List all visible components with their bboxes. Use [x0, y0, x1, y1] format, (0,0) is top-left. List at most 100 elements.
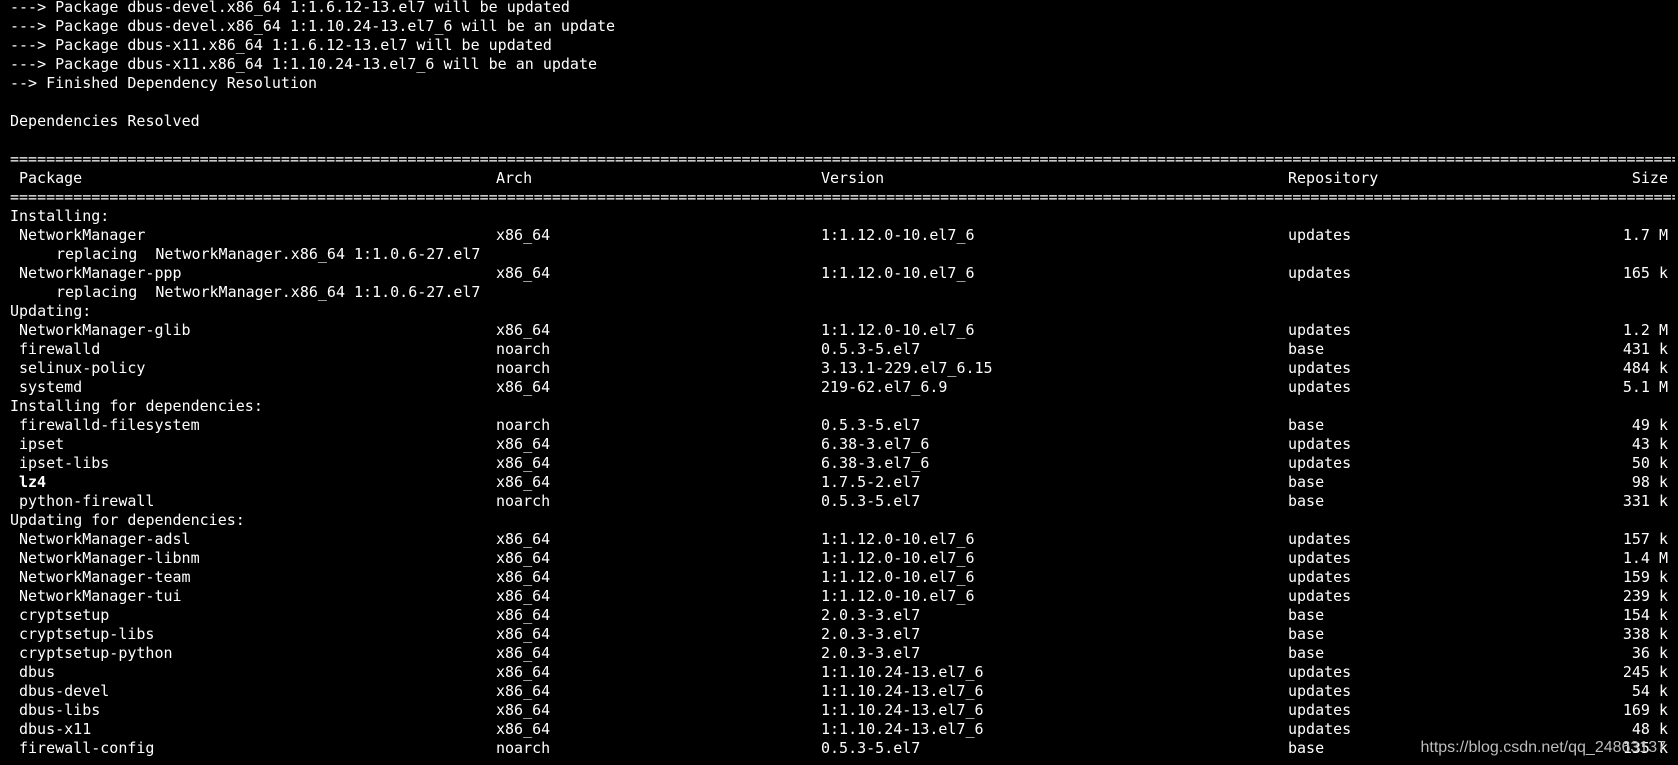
package-name: firewalld-filesystem — [19, 416, 200, 434]
package-repository: updates — [1288, 587, 1352, 605]
package-name: NetworkManager-libnm — [19, 549, 200, 567]
package-arch: x86_64 — [496, 321, 551, 339]
package-arch: noarch — [496, 340, 551, 358]
package-repository: base — [1288, 739, 1325, 757]
package-repository: updates — [1288, 530, 1352, 548]
package-size: 484 k — [1622, 359, 1668, 377]
package-version: 1:1.10.24-13.el7_6 — [821, 720, 984, 738]
section-heading: Updating for dependencies: — [10, 511, 245, 529]
package-repository: updates — [1288, 701, 1352, 719]
package-size: 43 k — [1631, 435, 1668, 453]
package-size: 431 k — [1622, 340, 1668, 358]
package-arch: x86_64 — [496, 701, 551, 719]
package-version: 6.38-3.el7_6 — [821, 454, 930, 472]
package-size: 54 k — [1631, 682, 1668, 700]
package-name: NetworkManager — [19, 226, 146, 244]
package-version: 2.0.3-3.el7 — [821, 606, 921, 624]
package-size: 5.1 M — [1622, 378, 1668, 396]
package-size: 49 k — [1631, 416, 1668, 434]
watermark: https://blog.csdn.net/qq_24863137 — [1420, 739, 1666, 756]
package-name: firewalld — [19, 340, 101, 358]
package-arch: x86_64 — [496, 549, 551, 567]
package-repository: updates — [1288, 264, 1352, 282]
package-repository: updates — [1288, 549, 1352, 567]
package-repository: base — [1288, 492, 1325, 510]
package-version: 0.5.3-5.el7 — [821, 739, 921, 757]
section-heading: Installing for dependencies: — [10, 397, 263, 415]
package-name: NetworkManager-team — [19, 568, 191, 586]
package-arch: x86_64 — [496, 568, 551, 586]
package-repository: base — [1288, 340, 1325, 358]
package-arch: x86_64 — [496, 682, 551, 700]
package-arch: noarch — [496, 359, 551, 377]
section-heading: Installing: — [10, 207, 110, 225]
package-size: 338 k — [1622, 625, 1668, 643]
package-version: 1.7.5-2.el7 — [821, 473, 921, 491]
package-version: 1:1.10.24-13.el7_6 — [821, 663, 984, 681]
package-name: ipset — [19, 435, 65, 453]
package-name: cryptsetup-python — [19, 644, 173, 662]
package-size: 1.2 M — [1622, 321, 1668, 339]
package-version: 1:1.12.0-10.el7_6 — [821, 587, 975, 605]
package-arch: x86_64 — [496, 530, 551, 548]
package-repository: updates — [1288, 435, 1352, 453]
output-line: ---> Package dbus-devel.x86_64 1:1.6.12-… — [10, 0, 570, 16]
package-name: dbus-devel — [19, 682, 110, 700]
output-line: Dependencies Resolved — [10, 112, 200, 130]
output-line: ---> Package dbus-x11.x86_64 1:1.6.12-13… — [10, 36, 552, 54]
package-arch: x86_64 — [496, 264, 551, 282]
package-arch: noarch — [496, 416, 551, 434]
package-repository: updates — [1288, 454, 1352, 472]
package-arch: x86_64 — [496, 720, 551, 738]
package-name: ipset-libs — [19, 454, 110, 472]
package-arch: x86_64 — [496, 473, 551, 491]
package-name: selinux-policy — [19, 359, 146, 377]
header-package: Package — [19, 169, 83, 187]
package-name: lz4 — [19, 473, 47, 491]
package-repository: base — [1288, 644, 1325, 662]
package-repository: updates — [1288, 226, 1352, 244]
package-version: 1:1.12.0-10.el7_6 — [821, 568, 975, 586]
package-size: 239 k — [1622, 587, 1668, 605]
package-size: 50 k — [1631, 454, 1668, 472]
package-arch: x86_64 — [496, 587, 551, 605]
package-repository: updates — [1288, 663, 1352, 681]
package-arch: x86_64 — [496, 226, 551, 244]
replacing-note: replacing NetworkManager.x86_64 1:1.0.6-… — [56, 245, 481, 263]
output-line: ---> Package dbus-x11.x86_64 1:1.10.24-1… — [10, 55, 597, 73]
package-repository: updates — [1288, 682, 1352, 700]
package-size: 169 k — [1622, 701, 1668, 719]
package-version: 1:1.10.24-13.el7_6 — [821, 701, 984, 719]
package-repository: updates — [1288, 720, 1352, 738]
package-arch: x86_64 — [496, 378, 551, 396]
package-name: cryptsetup-libs — [19, 625, 155, 643]
terminal-window[interactable]: ---> Package dbus-devel.x86_64 1:1.6.12-… — [0, 0, 1678, 765]
package-repository: base — [1288, 416, 1325, 434]
package-repository: updates — [1288, 321, 1352, 339]
package-repository: base — [1288, 606, 1325, 624]
package-name: systemd — [19, 378, 83, 396]
package-version: 0.5.3-5.el7 — [821, 492, 921, 510]
package-version: 6.38-3.el7_6 — [821, 435, 930, 453]
header-size: Size — [1631, 169, 1668, 187]
package-size: 331 k — [1622, 492, 1668, 510]
package-arch: x86_64 — [496, 606, 551, 624]
package-name: firewall-config — [19, 739, 155, 757]
package-arch: noarch — [496, 492, 551, 510]
package-arch: x86_64 — [496, 663, 551, 681]
header-arch: Arch — [496, 169, 533, 187]
package-size: 154 k — [1622, 606, 1668, 624]
package-size: 98 k — [1631, 473, 1668, 491]
package-size: 157 k — [1622, 530, 1668, 548]
package-name: cryptsetup — [19, 606, 110, 624]
output-line: --> Finished Dependency Resolution — [10, 74, 318, 92]
package-version: 2.0.3-3.el7 — [821, 644, 921, 662]
section-heading: Updating: — [10, 302, 92, 320]
package-version: 2.0.3-3.el7 — [821, 625, 921, 643]
separator-line: ========================================… — [10, 188, 1675, 206]
package-name: python-firewall — [19, 492, 155, 510]
package-arch: noarch — [496, 739, 551, 757]
package-version: 1:1.12.0-10.el7_6 — [821, 549, 975, 567]
package-version: 0.5.3-5.el7 — [821, 340, 921, 358]
package-name: NetworkManager-tui — [19, 587, 182, 605]
